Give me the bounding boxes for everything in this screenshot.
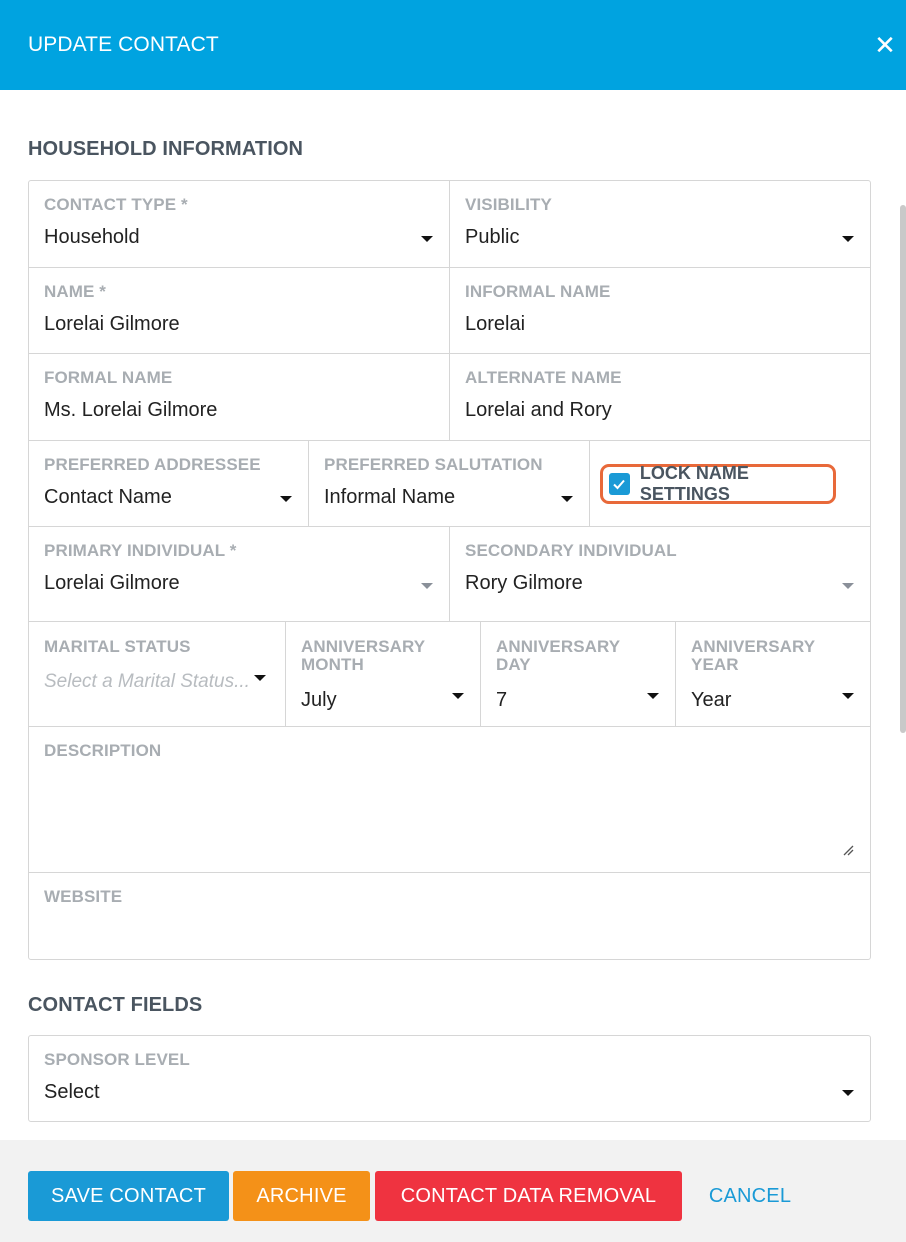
field-value: Lorelai and Rory [465,399,612,421]
chevron-down-icon [280,496,292,502]
chevron-down-icon [647,693,659,699]
field-label: NAME * [44,282,106,301]
modal-footer: SAVE CONTACT ARCHIVE CONTACT DATA REMOVA… [0,1140,906,1242]
field-value: Year [691,689,732,711]
cancel-button[interactable]: CANCEL [690,1171,810,1221]
marital-status-select[interactable]: MARITAL STATUS Select a Marital Status..… [29,622,286,726]
field-value: Informal Name [324,486,456,508]
close-icon[interactable]: ✕ [870,30,900,60]
chevron-down-icon [561,496,573,502]
preferred-salutation-select[interactable]: PREFERRED SALUTATION Informal Name [309,441,590,526]
section-title-contact-fields: CONTACT FIELDS [28,994,203,1016]
field-label: INFORMAL NAME [465,282,611,301]
field-label: ANNIVERSARY MONTH [301,637,425,674]
field-value: Lorelai Gilmore [44,313,180,335]
secondary-individual-select[interactable]: SECONDARY INDIVIDUAL Rory Gilmore [450,527,870,621]
field-placeholder: Select a Marital Status... [44,671,250,692]
field-label: VISIBILITY [465,195,552,214]
resize-handle-icon[interactable] [842,844,854,856]
contact-fields-form: SPONSOR LEVEL Select [28,1035,871,1122]
anniversary-month-select[interactable]: ANNIVERSARY MONTH July [286,622,481,726]
contact-type-select[interactable]: CONTACT TYPE * Household [29,181,450,267]
chevron-down-icon [421,236,433,242]
website-field[interactable]: WEBSITE [29,873,870,959]
informal-name-field[interactable]: INFORMAL NAME Lorelai [450,268,870,353]
field-value: Rory Gilmore [465,572,583,594]
formal-name-field[interactable]: FORMAL NAME Ms. Lorelai Gilmore [29,354,450,440]
anniversary-year-select[interactable]: ANNIVERSARY YEAR Year [676,622,870,726]
modal-title: UPDATE CONTACT [28,33,219,56]
section-title-household: HOUSEHOLD INFORMATION [28,138,304,160]
alternate-name-field[interactable]: ALTERNATE NAME Lorelai and Rory [450,354,870,440]
modal-header: UPDATE CONTACT ✕ [0,0,906,90]
field-label: PREFERRED ADDRESSEE [44,455,261,474]
preferred-addressee-select[interactable]: PREFERRED ADDRESSEE Contact Name [29,441,309,526]
contact-data-removal-button[interactable]: CONTACT DATA REMOVAL [375,1171,682,1221]
chevron-down-icon [452,693,464,699]
chevron-down-icon [842,1090,854,1096]
name-field[interactable]: NAME * Lorelai Gilmore [29,268,450,353]
primary-individual-select[interactable]: PRIMARY INDIVIDUAL * Lorelai Gilmore [29,527,450,621]
field-value: Ms. Lorelai Gilmore [44,399,218,421]
field-label: PREFERRED SALUTATION [324,455,543,474]
field-label: ANNIVERSARY YEAR [691,637,815,674]
chevron-down-icon [254,675,266,681]
sponsor-level-select[interactable]: SPONSOR LEVEL Select [29,1036,870,1121]
modal-body[interactable]: HOUSEHOLD INFORMATION CONTACT TYPE * Hou… [0,90,906,1140]
checkbox-checked-icon[interactable] [609,473,630,495]
field-label: PRIMARY INDIVIDUAL * [44,541,237,560]
save-contact-button[interactable]: SAVE CONTACT [28,1171,229,1221]
field-value: Select [44,1081,100,1103]
anniversary-day-select[interactable]: ANNIVERSARY DAY 7 [481,622,676,726]
field-label: FORMAL NAME [44,368,173,387]
lock-name-settings-label: LOCK NAME SETTINGS [639,463,749,504]
chevron-down-icon [421,583,433,589]
field-label: DESCRIPTION [44,741,162,760]
field-label: WEBSITE [44,887,123,906]
field-value: Household [44,226,140,248]
archive-button[interactable]: ARCHIVE [233,1171,370,1221]
field-label: ANNIVERSARY DAY [496,637,620,674]
field-value: July [301,689,337,711]
field-value: Lorelai Gilmore [44,572,180,594]
chevron-down-icon [842,583,854,589]
household-form: CONTACT TYPE * Household VISIBILITY Publ… [28,180,871,960]
field-value: Lorelai [465,313,526,335]
visibility-select[interactable]: VISIBILITY Public [450,181,870,267]
scrollbar[interactable] [900,205,906,733]
field-label: ALTERNATE NAME [465,368,622,387]
field-value: Contact Name [44,486,172,508]
field-label: CONTACT TYPE * [44,195,188,214]
field-label: SPONSOR LEVEL [44,1050,190,1069]
field-label: MARITAL STATUS [44,637,191,656]
chevron-down-icon [842,693,854,699]
description-textarea[interactable]: DESCRIPTION [29,727,870,872]
field-value: 7 [496,689,508,711]
field-label: SECONDARY INDIVIDUAL [465,541,677,560]
chevron-down-icon [842,236,854,242]
lock-name-settings-cell: LOCK NAME SETTINGS [590,441,870,526]
lock-name-settings-checkbox[interactable]: LOCK NAME SETTINGS [600,463,836,504]
field-value: Public [465,226,520,248]
